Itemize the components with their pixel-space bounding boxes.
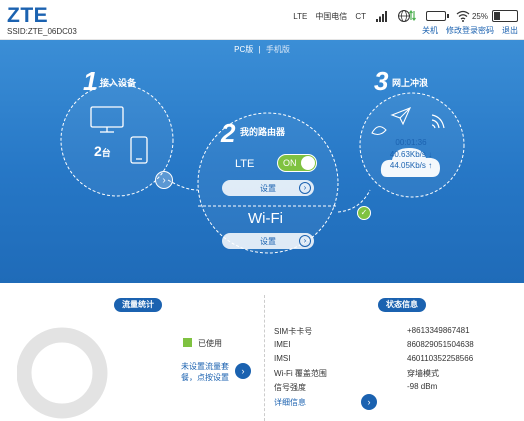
carrier-name: 中国电信 bbox=[315, 11, 348, 21]
step-3-label: 网上冲浪 bbox=[392, 78, 429, 88]
hero-panel: PC版 | 手机版 1 接入设备 2台 › 2 我的路由器 LTE ON 设置 … bbox=[0, 40, 524, 283]
signal-strength-icon bbox=[375, 11, 387, 22]
signal-strength-value: -98 dBm bbox=[407, 382, 438, 391]
device-count: 2台 bbox=[94, 143, 111, 159]
ssid-label: SSID:ZTE_06DC03 bbox=[7, 27, 77, 36]
zte-logo: ZTE bbox=[7, 4, 49, 27]
step-2-label: 我的路由器 bbox=[240, 127, 286, 137]
network-type: LTE bbox=[293, 11, 308, 21]
imsi-label: IMSI bbox=[274, 354, 291, 363]
carrier-code: CT bbox=[355, 11, 366, 21]
detail-info-link[interactable]: 详细信息 bbox=[274, 397, 306, 408]
signal-strength-label: 信号强度 bbox=[274, 383, 306, 392]
chevron-right-icon: › bbox=[299, 235, 311, 247]
set-data-plan-link[interactable]: 未设置流量套餐，点按设置 bbox=[181, 361, 241, 383]
upload-rate: 40.63Kb/s ↓ bbox=[389, 150, 433, 159]
detail-arrow-button[interactable]: › bbox=[361, 394, 377, 410]
top-header: ZTE SSID:ZTE_06DC03 LTE 中国电信 CT 25% 关机 修… bbox=[0, 0, 524, 40]
sim-battery-icon bbox=[425, 11, 449, 21]
sim-number-value: +8613349867481 bbox=[407, 326, 470, 335]
imsi-value: 460110352258566 bbox=[407, 354, 474, 363]
wifi-icon bbox=[456, 10, 470, 22]
lte-settings-label: 设置 bbox=[260, 183, 276, 193]
used-legend-label: 已使用 bbox=[198, 339, 222, 348]
logout-link[interactable]: 退出 bbox=[502, 25, 518, 36]
step-1-number: 1 bbox=[83, 66, 98, 96]
traffic-stats-title: 流量统计 bbox=[114, 298, 162, 312]
internet-globe-icon bbox=[397, 10, 416, 22]
used-legend-swatch bbox=[183, 338, 192, 347]
chevron-right-icon: › bbox=[299, 182, 311, 194]
section-divider bbox=[264, 295, 265, 421]
devices-detail-button[interactable]: › bbox=[155, 171, 173, 189]
lte-toggle[interactable]: ON bbox=[277, 154, 317, 172]
change-password-link[interactable]: 修改登录密码 bbox=[446, 25, 494, 36]
lte-toggle-text: ON bbox=[283, 158, 297, 168]
lte-label: LTE bbox=[235, 158, 255, 170]
download-rate: 44.05Kb/s ↑ bbox=[389, 161, 433, 170]
battery-icon bbox=[492, 10, 518, 22]
shutdown-link[interactable]: 关机 bbox=[422, 25, 438, 36]
connection-duration: 00:01:36 bbox=[395, 138, 427, 147]
device-count-unit: 台 bbox=[101, 148, 111, 158]
sim-number-label: SIM卡卡号 bbox=[274, 327, 313, 336]
header-links: 关机 修改登录密码 退出 bbox=[414, 25, 518, 36]
toggle-knob bbox=[301, 156, 315, 170]
step-1-label: 接入设备 bbox=[100, 78, 137, 88]
wifi-settings-button[interactable]: 设置 › bbox=[222, 233, 314, 249]
lte-settings-button[interactable]: 设置 › bbox=[222, 180, 314, 196]
wifi-label: Wi-Fi bbox=[248, 210, 283, 227]
imei-label: IMEI bbox=[274, 340, 291, 349]
data-plan-arrow-button[interactable]: › bbox=[235, 363, 251, 379]
info-panel: 流量统计 已使用 未设置流量套餐，点按设置 › 状态信息 SIM卡卡号 +861… bbox=[0, 283, 524, 421]
wifi-settings-label: 设置 bbox=[260, 236, 276, 246]
status-bar: LTE 中国电信 CT 25% bbox=[285, 9, 518, 23]
wifi-coverage-label: Wi-Fi 覆盖范围 bbox=[274, 369, 327, 378]
step-2-number: 2 bbox=[221, 118, 236, 148]
device-count-value: 2 bbox=[94, 143, 102, 159]
imei-value: 860829051504638 bbox=[407, 340, 474, 349]
step-3-number: 3 bbox=[374, 66, 389, 96]
traffic-donut-chart bbox=[17, 327, 108, 419]
wifi-coverage-value: 穿墙模式 bbox=[407, 369, 439, 378]
battery-percent: 25% bbox=[471, 11, 488, 21]
check-icon: ✓ bbox=[357, 206, 371, 220]
status-info-title: 状态信息 bbox=[378, 298, 426, 312]
